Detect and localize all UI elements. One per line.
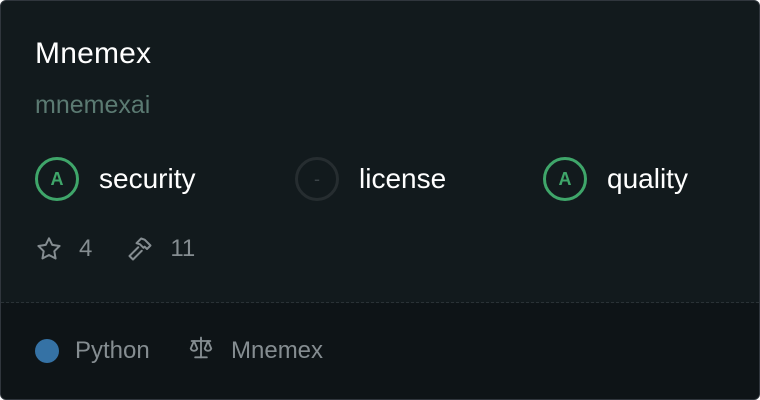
license-meta: Mnemex [187,333,323,369]
license-name: Mnemex [231,337,324,364]
repo-stats: 4 11 [35,231,195,267]
card-footer: Python Mnemex [1,303,759,399]
score-quality: A quality [543,155,688,203]
repo-title[interactable]: Mnemex [35,37,151,71]
tools-count: 11 [170,235,196,262]
license-grade-badge: - [295,157,339,201]
security-grade-badge: A [35,157,79,201]
license-label: license [359,163,447,194]
repo-owner[interactable]: mnemexai [35,91,150,120]
stars-count: 4 [79,235,93,262]
star-icon [35,235,63,263]
quality-label: quality [607,163,688,194]
stars-stat: 4 [35,235,92,263]
quality-grade-badge: A [543,157,587,201]
language-label: Python [75,337,150,364]
language-meta: Python [35,333,150,369]
language-color-dot [35,339,59,363]
scale-icon [187,334,215,369]
score-license: - license [295,155,446,203]
security-label: security [99,163,196,194]
server-card[interactable]: Mnemex mnemexai A security - license A q… [0,0,760,400]
score-security: A security [35,155,195,203]
hammer-icon [126,235,154,263]
tools-stat: 11 [126,235,195,263]
